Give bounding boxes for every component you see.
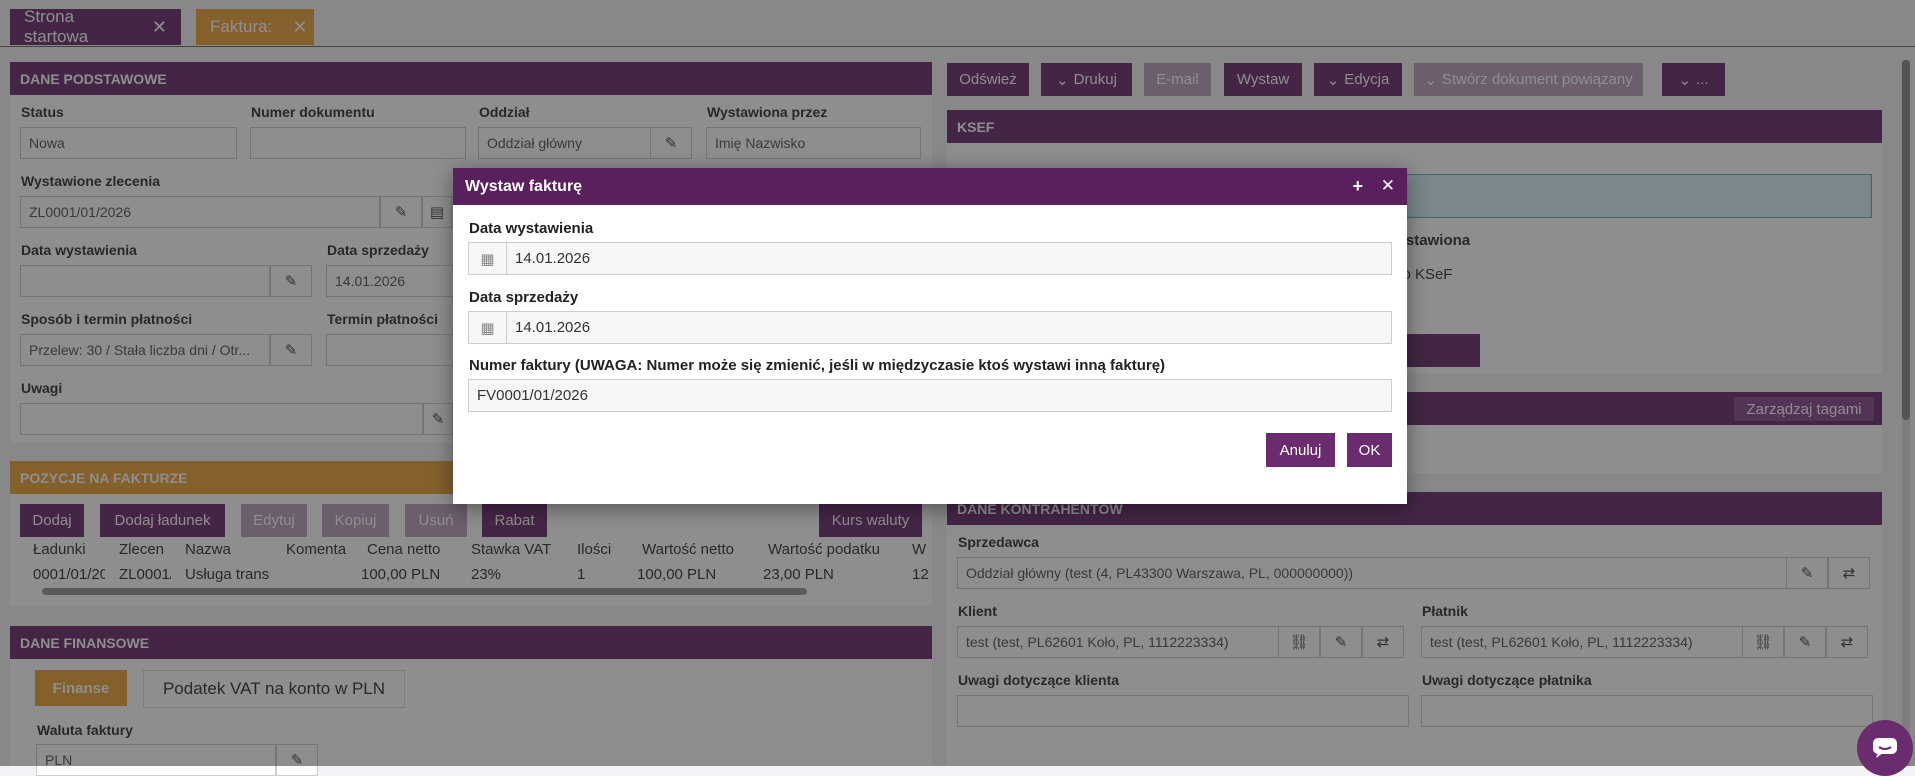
chat-icon [1873, 738, 1897, 758]
sale-date-label: Data sprzedaży [469, 289, 579, 306]
sale-date-value: 14.01.2026 [515, 319, 591, 336]
sale-date-input[interactable]: ▦ 14.01.2026 [468, 311, 1392, 344]
issue-invoice-dialog: Wystaw fakturę + ✕ Data wystawienia ▦ 14… [453, 168, 1407, 504]
calendar-icon[interactable]: ▦ [469, 243, 507, 274]
issue-date-input[interactable]: ▦ 14.01.2026 [468, 242, 1392, 275]
calendar-icon[interactable]: ▦ [469, 312, 507, 343]
ok-button[interactable]: OK [1347, 433, 1392, 467]
close-icon[interactable]: ✕ [1381, 176, 1395, 196]
dialog-header: Wystaw fakturę + ✕ [453, 168, 1407, 205]
chat-button[interactable] [1857, 720, 1913, 776]
invoice-number-input[interactable]: FV0001/01/2026 [468, 379, 1392, 412]
cancel-button[interactable]: Anuluj [1266, 433, 1335, 467]
issue-date-value: 14.01.2026 [515, 250, 591, 267]
invoice-number-label: Numer faktury (UWAGA: Numer może się zmi… [469, 357, 1166, 374]
issue-date-label: Data wystawienia [469, 220, 594, 237]
dialog-title: Wystaw fakturę [465, 177, 583, 195]
maximize-icon[interactable]: + [1352, 176, 1363, 197]
